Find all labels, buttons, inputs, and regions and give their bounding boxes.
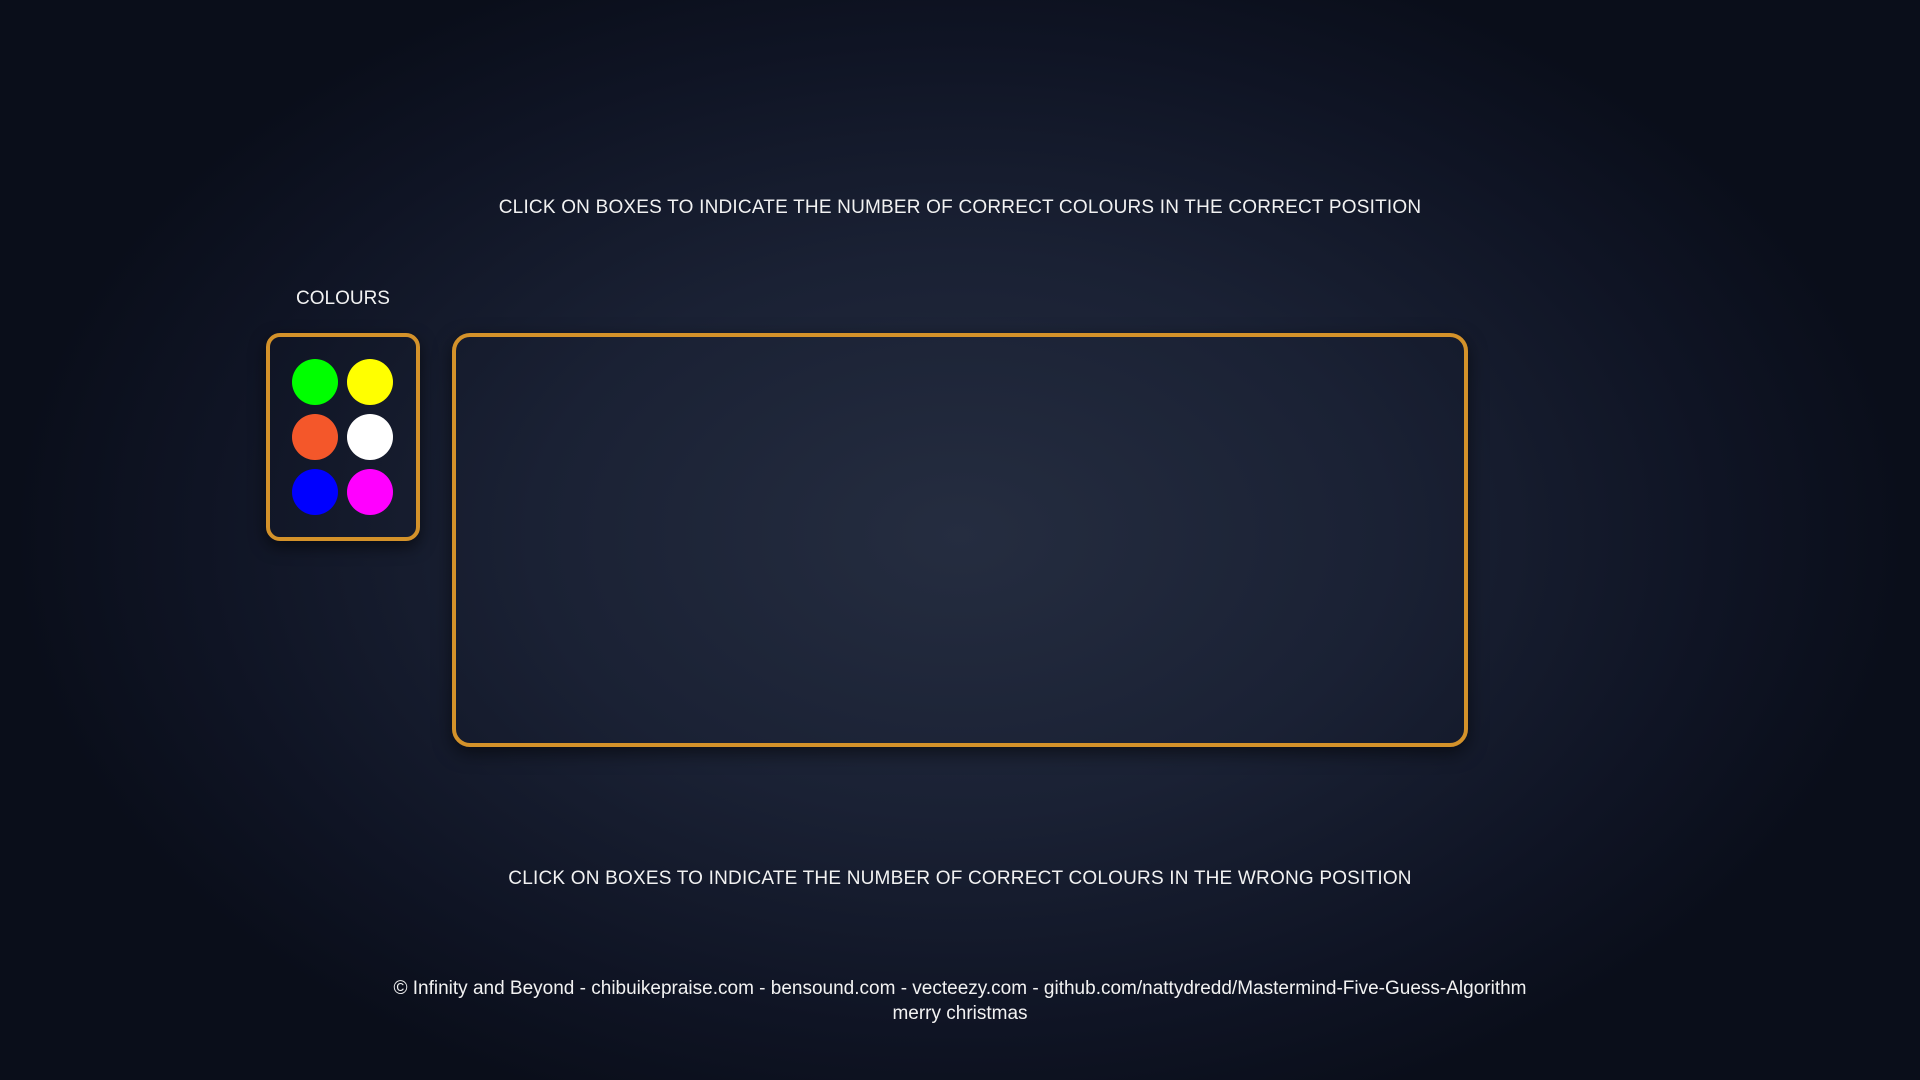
peg-blue[interactable]	[292, 469, 338, 515]
peg-yellow[interactable]	[347, 359, 393, 405]
colour-palette	[266, 333, 420, 541]
instruction-correct-position: CLICK ON BOXES TO INDICATE THE NUMBER OF…	[498, 197, 1422, 218]
footer-credits: © Infinity and Beyond - chibuikepraise.c…	[393, 978, 1527, 999]
peg-magenta[interactable]	[347, 469, 393, 515]
footer: © Infinity and Beyond - chibuikepraise.c…	[0, 976, 1920, 1026]
peg-white[interactable]	[347, 414, 393, 460]
peg-green[interactable]	[292, 359, 338, 405]
game-board[interactable]	[452, 333, 1468, 747]
peg-orange[interactable]	[292, 414, 338, 460]
footer-message: merry christmas	[892, 1003, 1028, 1024]
palette-title: COLOURS	[296, 288, 390, 309]
instruction-wrong-position: CLICK ON BOXES TO INDICATE THE NUMBER OF…	[508, 868, 1412, 889]
